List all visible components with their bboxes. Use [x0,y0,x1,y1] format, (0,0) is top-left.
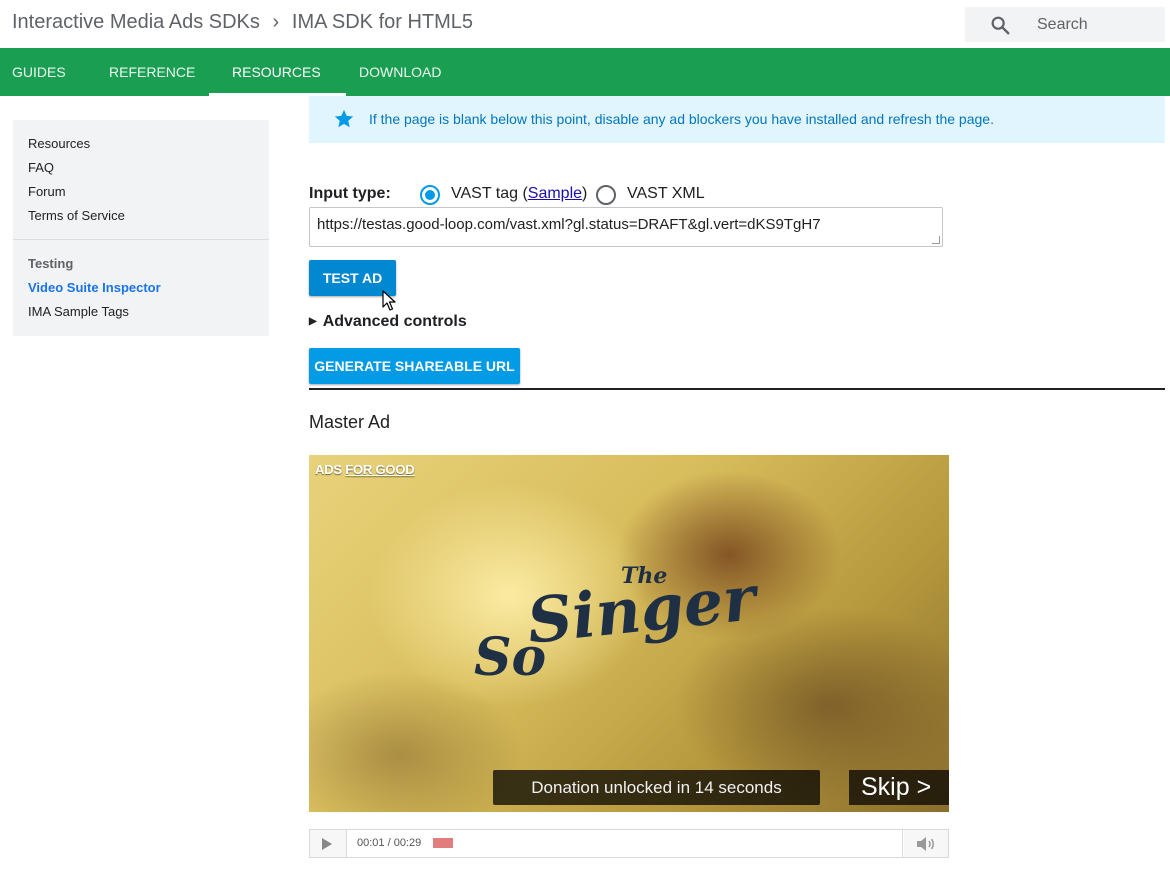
tab-resources[interactable]: Resources [209,48,346,96]
resize-handle[interactable] [932,236,940,244]
breadcrumb-item-html5[interactable]: IMA SDK for HTML5 [292,11,473,34]
sidebar-item-terms[interactable]: Terms of Service [28,208,125,223]
star-icon [334,109,354,128]
tab-download[interactable]: Download [359,48,441,96]
tab-bar: Guides Reference Resources Download [0,48,1170,96]
search-icon [991,16,1010,35]
donation-countdown: Donation unlocked in 14 seconds [493,770,820,805]
ad-video[interactable]: ADS FOR GOOD The Singer So Donation unlo… [309,455,949,812]
volume-icon [917,837,934,851]
sample-link[interactable]: Sample [528,185,582,202]
volume-button[interactable] [904,830,948,857]
sidebar-item-forum[interactable]: Forum [28,184,66,199]
advanced-controls-label: Advanced controls [322,313,467,330]
search-input[interactable]: Search [1037,16,1088,34]
ads-for-good-logo: ADS FOR GOOD [315,462,415,477]
tab-guides[interactable]: Guides [12,48,66,96]
ad-blocker-notice: If the page is blank below this point, d… [309,96,1165,143]
time-display: 00:01 / 00:29 [357,837,422,849]
sidebar-item-ima-sample-tags[interactable]: IMA Sample Tags [28,304,129,319]
vast-url-value: https://testas.good-loop.com/vast.xml?gl… [317,216,821,233]
vast-url-textarea[interactable]: https://testas.good-loop.com/vast.xml?gl… [309,207,943,247]
generate-shareable-url-button[interactable]: Generate shareable URL [309,348,520,384]
play-button[interactable] [310,830,347,857]
master-ad-title: Master Ad [309,412,391,432]
notice-text: If the page is blank below this point, d… [369,111,994,127]
mouse-pointer-icon [382,290,396,311]
sidebar-item-video-suite-inspector[interactable]: Video Suite Inspector [28,280,161,295]
player-controls: 00:01 / 00:29 [309,829,949,858]
sidebar-heading-testing: Testing [28,256,74,271]
progress-bar[interactable] [431,830,903,857]
sidebar: Resources FAQ Forum Terms of Service Tes… [13,120,269,336]
search-box[interactable]: Search [965,7,1165,42]
play-icon [322,838,332,850]
top-header: Interactive Media Ads SDKs › IMA SDK for… [0,0,1170,48]
radio-vast-xml-label: VAST XML [627,185,705,202]
advanced-controls-toggle[interactable]: ▶ Advanced controls [309,313,467,331]
progress-fill [433,838,453,848]
sidebar-divider [13,239,269,240]
skip-ad-button[interactable]: Skip > [849,770,949,805]
breadcrumb-item-ima-sdks[interactable]: Interactive Media Ads SDKs [12,11,260,34]
sidebar-item-resources[interactable]: Resources [28,136,90,151]
breadcrumb: Interactive Media Ads SDKs › IMA SDK for… [12,11,473,34]
triangle-right-icon: ▶ [309,316,317,327]
sidebar-item-faq[interactable]: FAQ [28,160,54,175]
chevron-right-icon: › [272,11,280,33]
radio-vast-tag[interactable] [420,185,440,205]
tab-reference[interactable]: Reference [109,48,195,96]
section-divider [309,388,1165,390]
radio-vast-xml[interactable] [596,185,616,205]
input-type-label: Input type: [309,185,391,202]
video-title-so: So [474,627,547,688]
radio-vast-tag-label: VAST tag (Sample) [451,185,588,202]
video-title-singer: Singer [523,561,760,658]
